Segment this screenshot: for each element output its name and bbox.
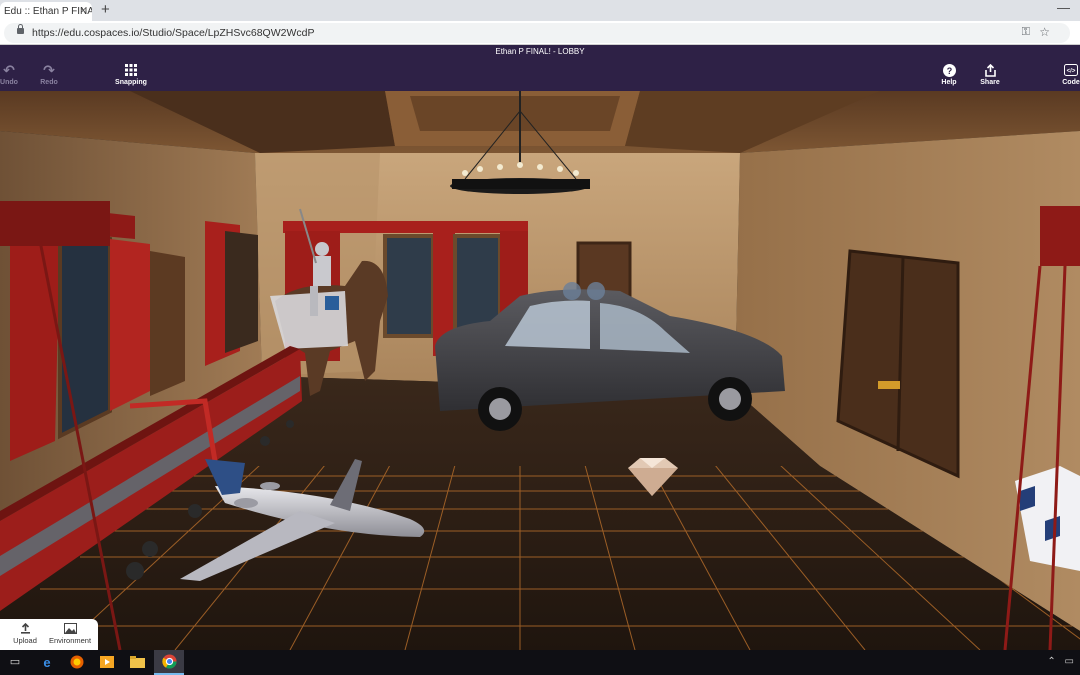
edge-browser-icon[interactable]: e: [32, 650, 62, 675]
undo-icon: ↶: [3, 62, 15, 78]
share-button[interactable]: Share: [977, 63, 1003, 86]
new-tab-button[interactable]: +: [101, 1, 110, 18]
key-icon[interactable]: ⚿: [1022, 26, 1030, 39]
browser-tab-strip: Edu :: Ethan P FINAL! × + —: [0, 0, 1080, 21]
url-omnibox[interactable]: https://edu.cospaces.io/Studio/Space/LpZ…: [4, 23, 1070, 43]
file-explorer-icon[interactable]: [122, 650, 152, 675]
help-label: Help: [941, 79, 957, 86]
address-bar: https://edu.cospaces.io/Studio/Space/LpZ…: [0, 21, 1080, 45]
task-view-icon[interactable]: ▭: [0, 650, 30, 675]
svg-text:</>: </>: [1067, 69, 1076, 75]
upload-label: Upload: [13, 636, 37, 645]
lock-icon: [17, 24, 24, 34]
os-taskbar: ▭ e ⌃ ▭: [0, 650, 1080, 675]
minimize-window-button[interactable]: —: [1057, 0, 1070, 15]
media-player-icon[interactable]: [92, 650, 122, 675]
browser-tab-title: Edu :: Ethan P FINAL!: [4, 6, 92, 17]
left-curtain-far: [10, 221, 60, 461]
left-window: [58, 228, 112, 440]
left-curtain-near: [110, 239, 150, 411]
svg-text:?: ?: [946, 66, 952, 76]
close-tab-icon[interactable]: ×: [80, 5, 86, 17]
back-window-left: [383, 234, 435, 338]
snapping-button[interactable]: Snapping: [112, 63, 150, 86]
redo-icon: ↷: [43, 62, 55, 78]
browser-tab[interactable]: Edu :: Ethan P FINAL! ×: [0, 2, 92, 21]
scene-canvas[interactable]: [0, 91, 1080, 650]
help-button[interactable]: ? Help: [938, 63, 960, 86]
upload-icon: [6, 622, 44, 636]
ceiling-panel: [410, 96, 620, 131]
bottom-tool-panel: Upload Environment: [0, 619, 98, 650]
system-tray[interactable]: ⌃ ▭: [1047, 656, 1074, 667]
code-button[interactable]: </> Code: [1059, 63, 1080, 86]
code-label: Code: [1062, 79, 1080, 86]
left-door[interactable]: [150, 251, 185, 396]
right-door-handle[interactable]: [878, 381, 900, 389]
redo-label: Redo: [40, 79, 58, 86]
editor-toolbar: Ethan P FINAL! - LOBBY ↶ Undo ↷ Redo Sna…: [0, 45, 1080, 91]
right-wall-lamp: [1040, 206, 1080, 266]
redo-button[interactable]: ↷ Redo: [36, 63, 62, 86]
help-icon: ?: [938, 63, 960, 79]
scene-viewport[interactable]: [0, 91, 1080, 650]
chrome-icon[interactable]: [154, 650, 184, 675]
space-title: Ethan P FINAL! - LOBBY: [495, 47, 585, 56]
network-icon[interactable]: ▭: [1065, 656, 1074, 667]
firefox-icon[interactable]: [62, 650, 92, 675]
image-icon: [44, 623, 96, 636]
environment-label: Environment: [48, 636, 92, 645]
url-text[interactable]: https://edu.cospaces.io/Studio/Space/LpZ…: [32, 27, 314, 39]
share-icon: [977, 63, 1003, 79]
upload-button[interactable]: Upload: [6, 622, 44, 645]
tray-expand-icon[interactable]: ⌃: [1047, 656, 1055, 667]
grid-icon: [112, 63, 150, 79]
undo-button[interactable]: ↶ Undo: [0, 63, 22, 86]
left-window-2: [225, 231, 258, 353]
undo-label: Undo: [0, 79, 18, 86]
share-label: Share: [980, 79, 1000, 86]
environment-button[interactable]: Environment: [44, 623, 96, 645]
code-icon: </>: [1059, 63, 1080, 79]
snapping-label: Snapping: [115, 79, 147, 86]
bookmark-star-icon[interactable]: ☆: [1039, 25, 1050, 39]
